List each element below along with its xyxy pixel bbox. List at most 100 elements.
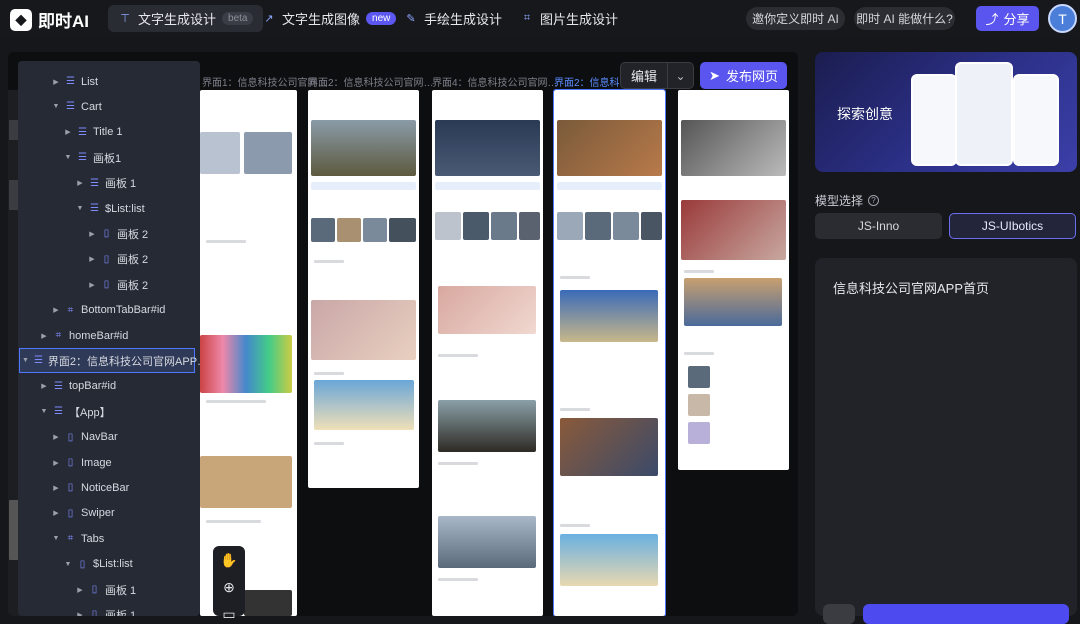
caret-right-icon[interactable]: ▶ — [52, 484, 60, 492]
edit-button[interactable]: 编辑 — [620, 62, 668, 89]
nav-text-design[interactable]: ⊤ 文字生成设计 beta — [108, 5, 264, 32]
frame-icon[interactable]: ▭ — [222, 606, 235, 623]
frame-icon: ▯ — [103, 228, 110, 240]
caret-down-icon[interactable]: ▼ — [22, 357, 29, 364]
caret-right-icon[interactable]: ▶ — [40, 382, 48, 390]
explore-banner[interactable]: 探索创意 — [815, 52, 1077, 172]
tree-node[interactable]: ▶ ▯ 画板 2 — [88, 247, 148, 272]
share-button[interactable]: ⤴ 分享 — [976, 6, 1039, 31]
image-upload-icon[interactable] — [823, 604, 855, 624]
tree-node[interactable]: ▼ ⌗ Tabs — [52, 526, 105, 551]
prompt-text[interactable]: 信息科技公司官网APP首页 — [833, 278, 989, 297]
tree-node[interactable]: ▶ ☰ Title 1 — [64, 120, 122, 145]
image — [688, 394, 710, 416]
image — [688, 422, 710, 444]
tree-node[interactable]: ▶ ☰ List — [52, 69, 98, 94]
caret-right-icon[interactable]: ▶ — [64, 128, 72, 136]
image — [435, 120, 540, 176]
image — [560, 418, 658, 476]
tree-node[interactable]: ▼ ▯ $List:list — [64, 552, 133, 577]
nav-image-gen[interactable]: ↗ 文字生成图像 new — [252, 5, 406, 32]
tree-node-selected[interactable]: ▼ ☰ 界面2：信息科技公司官网APP… — [19, 348, 200, 374]
caret-down-icon[interactable]: ▼ — [52, 103, 60, 110]
caret-down-icon[interactable]: ▼ — [64, 154, 72, 161]
avatar[interactable]: T — [1048, 4, 1077, 33]
tree-node[interactable]: ▼ ☰ Cart — [52, 94, 102, 119]
tree-node[interactable]: ▶ ▯ 画板 1 — [76, 577, 136, 602]
caret-right-icon[interactable]: ▶ — [52, 306, 60, 314]
caret-right-icon[interactable]: ▶ — [40, 332, 48, 340]
tree-node[interactable]: ▶ ▯ Image — [52, 450, 112, 475]
image — [560, 290, 658, 342]
hand-icon[interactable]: ✋ — [220, 552, 237, 569]
caret-down-icon[interactable]: ▼ — [40, 408, 48, 415]
tree-node[interactable]: ▶ ▯ NavBar — [52, 425, 117, 450]
list-icon: ☰ — [78, 126, 87, 138]
list-icon: ☰ — [90, 203, 99, 214]
image — [613, 212, 639, 240]
caret-right-icon[interactable]: ▶ — [52, 433, 60, 441]
text-line — [314, 442, 344, 445]
image — [438, 516, 536, 568]
app-logo[interactable]: ◆ 即时AI — [10, 7, 89, 32]
phone-frame-4-selected[interactable] — [553, 89, 666, 616]
chevron-down-icon[interactable]: ⌄ — [668, 62, 694, 89]
tree-node[interactable]: ▶ ▯ NoticeBar — [52, 475, 129, 500]
caret-down-icon[interactable]: ▼ — [64, 561, 72, 568]
model-select-label: 模型选择 ? — [815, 192, 880, 209]
text-line — [438, 462, 478, 465]
invite-button[interactable]: 邀你定义即时 AI — [746, 7, 845, 30]
canvas-tools: ✋ ⊕ ▭ — [213, 546, 245, 622]
tree-node[interactable]: ▶ ▯ 画板 2 — [88, 272, 148, 297]
list-icon: ☰ — [66, 101, 75, 113]
generate-button[interactable] — [863, 604, 1069, 624]
text-line — [560, 276, 590, 279]
model-option-js-inno[interactable]: JS-Inno — [815, 213, 942, 239]
tree-node-label: Image — [81, 456, 112, 469]
tree-node[interactable]: ▶ ▯ 画板 2 — [88, 221, 148, 246]
caret-right-icon[interactable]: ▶ — [76, 611, 84, 616]
caret-right-icon[interactable]: ▶ — [76, 586, 84, 594]
image — [463, 212, 489, 240]
tree-node[interactable]: ▶ ▯ 画板 1 — [76, 602, 136, 616]
layer-tree[interactable]: ▶ ☰ List ▼ ☰ Cart ▶ ☰ Title 1 ▼ ☰ 画板1 ▶ ☰ 画板 1 ▼ ☰ $List:… — [18, 61, 200, 616]
text-line — [314, 372, 344, 375]
hand-draw-icon: ✎ — [406, 13, 416, 25]
phone-frame-1[interactable] — [200, 90, 297, 616]
caret-right-icon[interactable]: ▶ — [52, 509, 60, 517]
frame-icon: ▯ — [67, 507, 74, 519]
help-button[interactable]: 即时 AI 能做什么? — [854, 7, 955, 30]
caret-down-icon[interactable]: ▼ — [52, 535, 60, 542]
publish-button[interactable]: ➤ 发布网页 — [700, 62, 787, 89]
caret-right-icon[interactable]: ▶ — [88, 281, 96, 289]
tree-node[interactable]: ▶ ⌗ BottomTabBar#id — [52, 298, 165, 323]
target-icon[interactable]: ⊕ — [223, 579, 235, 596]
tree-node[interactable]: ▼ ☰ 【App】 — [40, 399, 111, 424]
phone-frame-3[interactable] — [432, 90, 543, 616]
caret-right-icon[interactable]: ▶ — [88, 230, 96, 238]
phone-frame-2[interactable] — [308, 90, 419, 488]
list-icon: ☰ — [33, 355, 43, 367]
frame-label-selected[interactable]: 界面2：信息科 — [554, 74, 620, 88]
caret-right-icon[interactable]: ▶ — [76, 179, 84, 187]
model-option-js-uibotics[interactable]: JS-UIbotics — [949, 213, 1076, 239]
phone-frame-5[interactable] — [678, 90, 789, 470]
notice-bar — [557, 182, 662, 190]
help-icon[interactable]: ? — [868, 195, 880, 206]
tree-node[interactable]: ▶ ⌗ homeBar#id — [40, 323, 128, 348]
tree-node[interactable]: ▶ ▯ Swiper — [52, 501, 114, 526]
frame-label[interactable]: 界面4：信息科技公司官网… — [432, 74, 558, 88]
nav-hand-draw[interactable]: ✎ 手绘生成设计 — [394, 5, 512, 32]
tree-node[interactable]: ▶ ☰ topBar#id — [40, 374, 116, 399]
caret-right-icon[interactable]: ▶ — [52, 459, 60, 467]
caret-right-icon[interactable]: ▶ — [52, 78, 60, 86]
tree-node[interactable]: ▼ ☰ $List:list — [76, 196, 145, 221]
tree-node[interactable]: ▶ ☰ 画板 1 — [76, 171, 136, 196]
caret-right-icon[interactable]: ▶ — [88, 255, 96, 263]
nav-image-design[interactable]: ⌗ 图片生成设计 — [510, 5, 628, 32]
caret-down-icon[interactable]: ▼ — [76, 205, 84, 212]
text-line — [438, 354, 478, 357]
tree-node[interactable]: ▼ ☰ 画板1 — [64, 145, 122, 170]
frame-label[interactable]: 界面2：信息科技公司官网… — [308, 74, 434, 88]
prompt-box[interactable]: 信息科技公司官网APP首页 — [815, 258, 1077, 624]
